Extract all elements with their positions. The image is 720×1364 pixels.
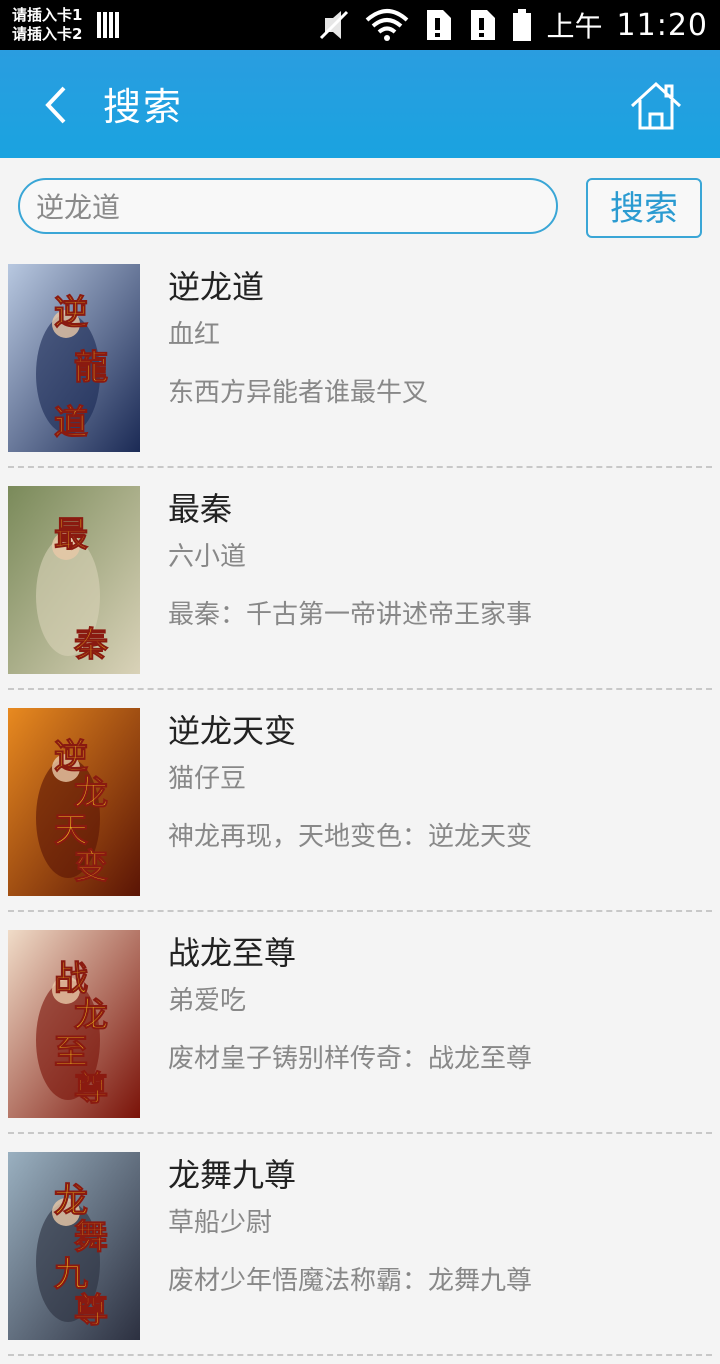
sim-status: 请插入卡1 请插入卡2 — [12, 6, 82, 44]
book-author: 弟爱吃 — [168, 986, 247, 1016]
status-bar: 请插入卡1 请插入卡2 上午 11:20 — [0, 0, 720, 50]
search-button[interactable]: 搜索 — [586, 178, 702, 238]
status-ampm: 上午 — [546, 10, 603, 43]
book-title: 龙舞九尊 — [168, 1156, 297, 1194]
wifi-icon — [365, 9, 408, 41]
status-icons: 上午 11:20 — [317, 0, 708, 50]
svg-text:逆: 逆 — [54, 293, 88, 333]
book-author: 六小道 — [168, 542, 247, 572]
svg-text:逆: 逆 — [54, 737, 88, 777]
svg-text:龙: 龙 — [74, 774, 108, 814]
book-author: 血红 — [168, 320, 221, 350]
divider — [8, 1354, 712, 1356]
book-desc: 废材皇子铸别样传奇：战龙至尊 — [168, 1044, 533, 1074]
book-desc: 最秦：千古第一帝讲述帝王家事 — [168, 600, 533, 630]
list-item[interactable]: 最秦 最秦 六小道 最秦：千古第一帝讲述帝王家事 — [0, 476, 720, 698]
book-desc: 神龙再现，天地变色：逆龙天变 — [168, 822, 533, 852]
svg-text:道: 道 — [54, 403, 88, 443]
book-desc: 东西方异能者谁最牛叉 — [168, 378, 429, 408]
book-desc: 废材少年悟魔法称霸：龙舞九尊 — [168, 1266, 533, 1296]
list-item[interactable]: 战龙至尊 战龙至尊 弟爱吃 废材皇子铸别样传奇：战龙至尊 — [0, 920, 720, 1142]
divider — [8, 466, 712, 468]
svg-text:天: 天 — [54, 810, 88, 850]
svg-text:至: 至 — [54, 1032, 88, 1072]
book-title: 战龙至尊 — [168, 934, 297, 972]
svg-text:舞: 舞 — [74, 1218, 108, 1258]
sim2-text: 请插入卡2 — [12, 25, 83, 43]
book-cover[interactable]: 战龙至尊 — [8, 930, 140, 1118]
divider — [8, 688, 712, 690]
home-icon[interactable] — [628, 78, 684, 134]
sim1-text: 请插入卡1 — [12, 6, 83, 24]
list-item[interactable]: 逆龙天变 逆龙天变 猫仔豆 神龙再现，天地变色：逆龙天变 — [0, 698, 720, 920]
book-cover[interactable]: 最秦 — [8, 486, 140, 674]
book-author: 猫仔豆 — [168, 764, 247, 794]
app-header: 搜索 — [0, 50, 720, 158]
book-title: 逆龙道 — [168, 268, 265, 306]
search-results: 逆龍道 逆龙道 血红 东西方异能者谁最牛叉 最秦 最秦 六小道 最秦：千古第一帝讲述帝王… — [0, 254, 720, 1364]
divider — [8, 910, 712, 912]
svg-text:尊: 尊 — [74, 1069, 108, 1109]
svg-text:龙: 龙 — [54, 1181, 88, 1221]
list-item[interactable]: 逆龍道 逆龙道血红东西方异能者谁最牛叉 — [0, 254, 720, 476]
list-item[interactable]: 龙舞九尊 龙舞九尊 草船少尉 废材少年悟魔法称霸：龙舞九尊 — [0, 1142, 720, 1364]
battery-icon — [512, 9, 531, 41]
status-time: 11:20 — [616, 7, 708, 43]
mute-icon — [319, 10, 348, 40]
svg-text:战: 战 — [54, 959, 88, 999]
search-input[interactable] — [18, 178, 558, 234]
book-title: 最秦 — [168, 490, 233, 528]
book-title: 逆龙天变 — [168, 712, 297, 750]
svg-text:秦: 秦 — [73, 625, 109, 665]
book-cover[interactable]: 逆龙天变 — [8, 708, 140, 896]
svg-text:龍: 龍 — [74, 348, 108, 388]
book-author: 草船少尉 — [168, 1208, 273, 1238]
sim-alert-icon — [470, 10, 495, 40]
divider — [8, 1132, 712, 1134]
svg-text:九: 九 — [54, 1254, 88, 1294]
book-cover[interactable]: 龙舞九尊 — [8, 1152, 140, 1340]
book-cover[interactable]: 逆龍道 — [8, 264, 140, 452]
page-title: 搜索 — [103, 85, 184, 129]
svg-text:最: 最 — [54, 515, 88, 555]
chevron-left-icon[interactable] — [34, 80, 84, 130]
signal-bars-icon — [97, 12, 119, 38]
svg-text:变: 变 — [74, 847, 108, 887]
svg-text:龙: 龙 — [74, 996, 108, 1036]
sim-alert-icon — [426, 10, 451, 40]
svg-text:尊: 尊 — [74, 1291, 108, 1331]
